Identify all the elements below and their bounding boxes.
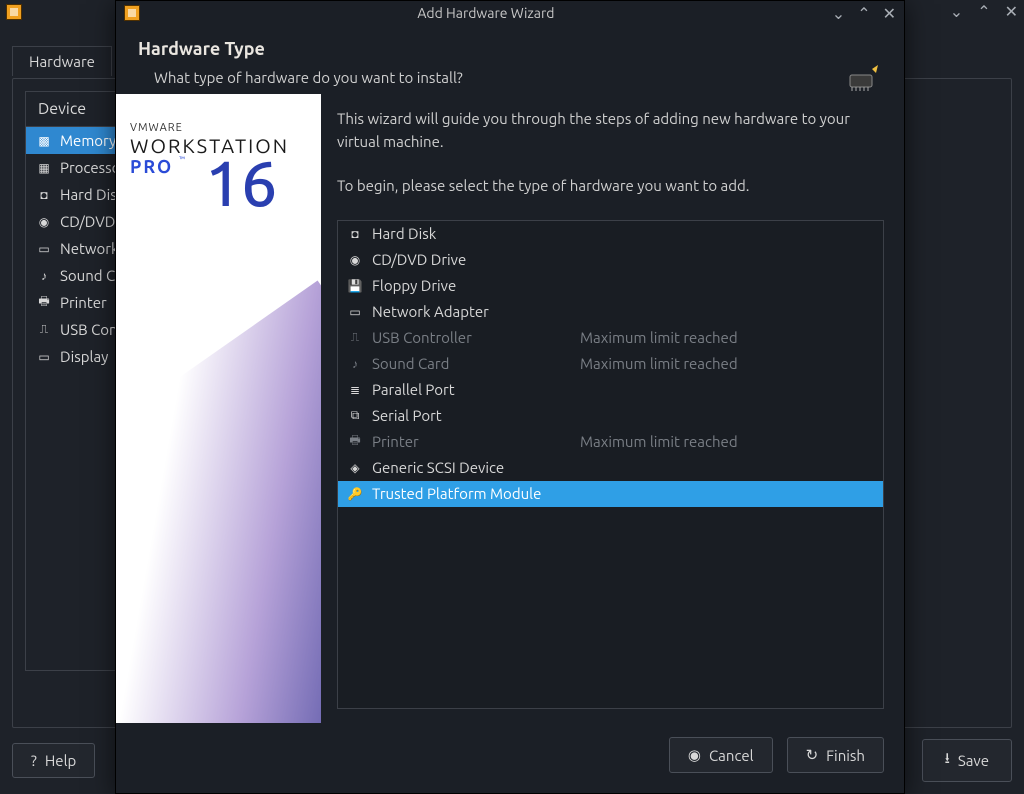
cpu-icon: ▦ xyxy=(36,160,52,176)
net-icon: ▭ xyxy=(36,241,52,257)
cancel-label: Cancel xyxy=(709,747,754,764)
wizard-intro-2: To begin, please select the type of hard… xyxy=(337,175,884,198)
cd-icon: ◉ xyxy=(346,251,364,269)
serial-icon: ⧉ xyxy=(346,407,364,425)
disk-icon: ◘ xyxy=(346,225,364,243)
dialog-main: VMWARE WORKSTATION PRO ™ 16 This wizard … xyxy=(116,94,904,723)
dialog-title: Add Hardware Wizard xyxy=(148,5,824,21)
tab-bar: Hardware xyxy=(12,46,112,76)
dialog-heading: Hardware Type xyxy=(138,39,882,59)
help-icon: ? xyxy=(31,752,37,769)
memory-icon: ▩ xyxy=(36,133,52,149)
minimize-icon[interactable]: ⌄ xyxy=(832,4,845,23)
hardware-type-name: Sound Card xyxy=(372,355,572,372)
wizard-content: This wizard will guide you through the s… xyxy=(321,94,904,723)
hardware-type-name: Floppy Drive xyxy=(372,277,572,294)
usb-icon: ⎍ xyxy=(346,329,364,347)
app-icon xyxy=(124,5,140,21)
brand-version: 16 xyxy=(205,157,277,209)
hardware-type-item[interactable]: ◉ CD/DVD Drive xyxy=(338,247,883,273)
hardware-chip-icon xyxy=(846,63,882,91)
finish-button[interactable]: ↻ Finish xyxy=(787,737,884,773)
dialog-header: Hardware Type What type of hardware do y… xyxy=(116,25,904,94)
hardware-type-item: 🖶 Printer Maximum limit reached xyxy=(338,429,883,455)
brand-small: VMWARE xyxy=(130,122,307,134)
hardware-type-item[interactable]: ▭ Network Adapter xyxy=(338,299,883,325)
hardware-type-name: CD/DVD Drive xyxy=(372,251,572,268)
device-item-label: Display xyxy=(60,348,108,365)
printer-icon: 🖶 xyxy=(36,295,52,311)
brand-tm: ™ xyxy=(179,155,185,164)
hardware-type-list[interactable]: ◘ Hard Disk ◉ CD/DVD Drive 💾 Floppy Drive ▭ Net… xyxy=(337,220,884,710)
net-icon: ▭ xyxy=(346,303,364,321)
brand-gradient xyxy=(116,281,321,723)
maximize-icon[interactable]: ⌃ xyxy=(977,4,990,20)
help-button[interactable]: ? Help xyxy=(12,743,95,778)
hardware-type-name: Parallel Port xyxy=(372,381,572,398)
wizard-intro-1: This wizard will guide you through the s… xyxy=(337,108,884,153)
hardware-type-name: Generic SCSI Device xyxy=(372,459,572,476)
hardware-type-item[interactable]: 💾 Floppy Drive xyxy=(338,273,883,299)
dialog-subheading: What type of hardware do you want to ins… xyxy=(138,69,882,86)
device-item-label: CD/DVD xyxy=(60,213,115,230)
close-icon[interactable]: ✕ xyxy=(883,4,896,23)
hardware-type-name: Printer xyxy=(372,433,572,450)
usb-icon: ⎍ xyxy=(36,322,52,338)
cancel-button[interactable]: ◉ Cancel xyxy=(669,737,773,773)
hardware-type-note: Maximum limit reached xyxy=(580,355,738,372)
cd-icon: ◉ xyxy=(36,214,52,230)
hardware-type-name: Trusted Platform Module xyxy=(372,485,572,502)
save-label: Save xyxy=(958,752,989,769)
parallel-icon: ≣ xyxy=(346,381,364,399)
add-hardware-wizard: Add Hardware Wizard ⌄ ⌃ ✕ Hardware Type … xyxy=(115,0,905,794)
hardware-type-item[interactable]: ≣ Parallel Port xyxy=(338,377,883,403)
device-item-label: Memory xyxy=(60,132,116,149)
dialog-button-bar: ◉ Cancel ↻ Finish xyxy=(116,723,904,793)
app-icon xyxy=(6,4,22,20)
finish-label: Finish xyxy=(826,747,865,764)
vmware-brand: VMWARE WORKSTATION PRO ™ 16 xyxy=(116,94,321,209)
device-item-label: Network xyxy=(60,240,119,257)
sound-icon: ♪ xyxy=(36,268,52,284)
printer-icon: 🖶 xyxy=(346,433,364,451)
brand-pro: PRO xyxy=(130,157,173,177)
hardware-type-item: ♪ Sound Card Maximum limit reached xyxy=(338,351,883,377)
save-button[interactable]: ⭳ Save xyxy=(922,739,1012,782)
close-icon[interactable]: ✕ xyxy=(1005,4,1018,20)
hardware-type-item: ⎍ USB Controller Maximum limit reached xyxy=(338,325,883,351)
sound-icon: ♪ xyxy=(346,355,364,373)
minimize-icon[interactable]: ⌄ xyxy=(950,4,963,20)
hardware-type-item[interactable]: ◈ Generic SCSI Device xyxy=(338,455,883,481)
wizard-sidebar: VMWARE WORKSTATION PRO ™ 16 xyxy=(116,94,321,723)
finish-icon: ↻ xyxy=(806,746,819,764)
hardware-type-item[interactable]: ⧉ Serial Port xyxy=(338,403,883,429)
hardware-type-name: Network Adapter xyxy=(372,303,572,320)
back-window-controls: ⌄ ⌃ ✕ xyxy=(950,4,1018,20)
hardware-type-note: Maximum limit reached xyxy=(580,433,738,450)
scsi-icon: ◈ xyxy=(346,459,364,477)
hardware-type-name: Serial Port xyxy=(372,407,572,424)
tpm-icon: 🔑 xyxy=(346,485,364,503)
help-label: Help xyxy=(45,752,76,769)
disk-icon: ◘ xyxy=(36,187,52,203)
cancel-icon: ◉ xyxy=(688,746,701,764)
floppy-icon: 💾 xyxy=(346,277,364,295)
hardware-type-name: USB Controller xyxy=(372,329,572,346)
dialog-window-controls: ⌄ ⌃ ✕ xyxy=(832,4,896,23)
hardware-type-note: Maximum limit reached xyxy=(580,329,738,346)
tab-hardware[interactable]: Hardware xyxy=(12,46,112,76)
download-icon: ⭳ xyxy=(945,748,950,773)
hardware-type-name: Hard Disk xyxy=(372,225,572,242)
device-item-label: Printer xyxy=(60,294,107,311)
dialog-titlebar: Add Hardware Wizard ⌄ ⌃ ✕ xyxy=(116,1,904,25)
maximize-icon[interactable]: ⌃ xyxy=(857,4,870,23)
display-icon: ▭ xyxy=(36,349,52,365)
hardware-type-item[interactable]: 🔑 Trusted Platform Module xyxy=(338,481,883,507)
hardware-type-item[interactable]: ◘ Hard Disk xyxy=(338,221,883,247)
